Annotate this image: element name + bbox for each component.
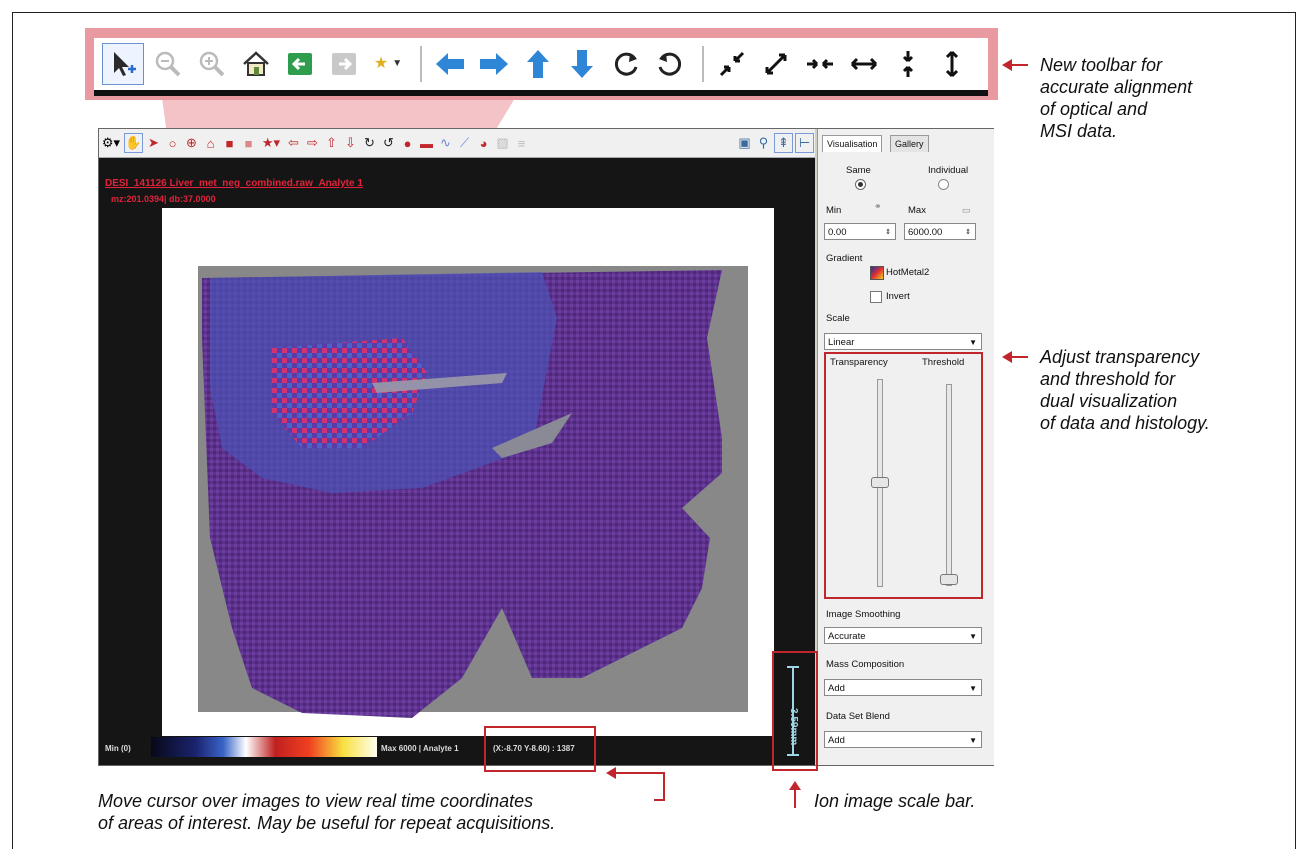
invert-label: Invert (886, 291, 910, 302)
coordinates-annotation: Move cursor over images to view real tim… (98, 791, 556, 833)
rotate-right-icon[interactable]: ↻ (361, 134, 378, 152)
tissue-ion-overlay (202, 270, 722, 718)
scale-bar-annotation: Ion image scale bar. (814, 791, 976, 811)
toolbar-annotation: New toolbar for accurate alignment of op… (1040, 55, 1193, 141)
edit-tool-icon[interactable]: ▨ (494, 134, 511, 152)
back-icon[interactable]: ■ (221, 134, 238, 152)
min-value-input[interactable]: 0.00 ⇕ (824, 223, 896, 240)
layer-icon[interactable]: ▣ (736, 134, 753, 152)
link-icon[interactable]: ⚭ (874, 201, 882, 212)
shrink-diagonal-icon[interactable] (712, 44, 752, 84)
link-icon[interactable]: ⚲ (755, 134, 772, 152)
select-cursor-icon[interactable]: ➤ (145, 134, 162, 152)
invert-checkbox[interactable] (870, 291, 882, 303)
move-right-icon[interactable]: ⇨ (304, 134, 321, 152)
zoom-in-icon[interactable] (192, 44, 232, 84)
arrow-head-icon (1002, 351, 1012, 363)
home-icon[interactable] (236, 44, 276, 84)
back-icon[interactable] (280, 44, 320, 84)
forward-icon[interactable]: ■ (240, 134, 257, 152)
home-icon[interactable]: ⌂ (202, 134, 219, 152)
split-icon[interactable]: ⊢ (795, 133, 814, 153)
data-set-blend-select[interactable]: Add ▼ (824, 731, 982, 748)
fill-tool-icon[interactable]: ◕ (475, 134, 492, 152)
dataset-title: DESI_141126 Liver_met_neg_combined.raw_A… (105, 178, 363, 189)
rotate-right-icon[interactable] (606, 44, 646, 84)
move-up-icon[interactable]: ⇧ (323, 134, 340, 152)
individual-label: Individual (928, 165, 969, 176)
scale-select[interactable]: Linear ▼ (824, 333, 982, 350)
pan-hand-icon[interactable]: ✋ (124, 133, 143, 153)
toolbar-separator (702, 46, 704, 82)
transparency-annotation: Adjust transparency and threshold for du… (1040, 347, 1210, 433)
image-smoothing-label: Image Smoothing (826, 609, 901, 620)
shrink-horizontal-icon[interactable] (800, 44, 840, 84)
same-radio[interactable] (855, 179, 866, 190)
coordinates-callout-arrow (606, 767, 665, 801)
intensity-colorbar (151, 737, 377, 757)
rect-tool-icon[interactable]: ▬ (418, 134, 435, 152)
viewer-toolbar: ⚙▾ ✋ ➤ ○ ⊕ ⌂ ■ ■ ★▾ ⇦ ⇨ ⇧ ⇩ ↻ ↺ ● ▬ ∿ ⟋ … (99, 129, 815, 158)
mass-composition-select[interactable]: Add ▼ (824, 679, 982, 696)
image-viewer[interactable]: DESI_141126 Liver_met_neg_combined.raw_A… (99, 158, 815, 765)
favorites-icon[interactable]: ★ ▼ (368, 44, 408, 84)
freehand-tool-icon[interactable]: ∿ (437, 134, 454, 152)
image-smoothing-select[interactable]: Accurate ▼ (824, 627, 982, 644)
arrow-head-icon (1002, 59, 1012, 71)
new-toolbar: ★ ▼ (94, 38, 988, 96)
expand-vertical-icon[interactable] (932, 44, 972, 84)
clear-tool-icon[interactable]: ≡ (513, 134, 530, 152)
colorbar-max-label: Max 6000 | Analyte 1 (381, 744, 459, 753)
zoom-in-icon[interactable]: ⊕ (183, 134, 200, 152)
scale-label: Scale (826, 313, 850, 324)
gradient-name[interactable]: HotMetal2 (886, 267, 929, 278)
scale-bar-callout-arrow (789, 781, 801, 808)
min-label: Min (826, 205, 842, 216)
colorbar-min-label: Min (0) (105, 744, 131, 753)
optical-image-canvas[interactable] (162, 208, 774, 736)
same-label: Same (846, 165, 871, 176)
move-left-icon[interactable] (430, 44, 470, 84)
move-right-icon[interactable] (474, 44, 514, 84)
gradient-swatch-icon[interactable] (870, 266, 884, 280)
view-menu-icon[interactable]: ⚙▾ (100, 134, 122, 152)
rotate-left-icon[interactable] (650, 44, 690, 84)
data-set-blend-label: Data Set Blend (826, 711, 890, 722)
forward-icon[interactable] (324, 44, 364, 84)
link-icon[interactable]: ▭ (962, 205, 971, 216)
tab-visualisation[interactable]: Visualisation (822, 135, 883, 152)
transparency-highlight (824, 352, 983, 599)
max-value-input[interactable]: 6000.00 ⇕ (904, 223, 976, 240)
zoom-out-icon[interactable] (148, 44, 188, 84)
scale-bar-highlight (772, 651, 818, 771)
gradient-label: Gradient (826, 253, 863, 264)
mass-composition-label: Mass Composition (826, 659, 905, 670)
max-label: Max (908, 205, 926, 216)
move-down-icon[interactable]: ⇩ (342, 134, 359, 152)
move-up-icon[interactable] (518, 44, 558, 84)
move-down-icon[interactable] (562, 44, 602, 84)
toolbar-separator (420, 46, 422, 82)
tab-gallery[interactable]: Gallery (890, 135, 929, 152)
move-left-icon[interactable]: ⇦ (285, 134, 302, 152)
zoom-out-icon[interactable]: ○ (164, 134, 181, 152)
expand-horizontal-icon[interactable] (844, 44, 884, 84)
pin-icon[interactable]: ⇞ (774, 133, 793, 153)
select-cursor-icon[interactable] (102, 43, 144, 85)
line-tool-icon[interactable]: ⟋ (456, 134, 473, 152)
expand-diagonal-icon[interactable] (756, 44, 796, 84)
mz-readout: mz:201.0394| db:37.0000 (111, 194, 216, 204)
coordinates-highlight (484, 726, 596, 772)
individual-radio[interactable] (938, 179, 949, 190)
point-tool-icon[interactable]: ● (399, 134, 416, 152)
rotate-left-icon[interactable]: ↺ (380, 134, 397, 152)
shrink-vertical-icon[interactable] (888, 44, 928, 84)
favorites-icon[interactable]: ★▾ (259, 134, 283, 152)
